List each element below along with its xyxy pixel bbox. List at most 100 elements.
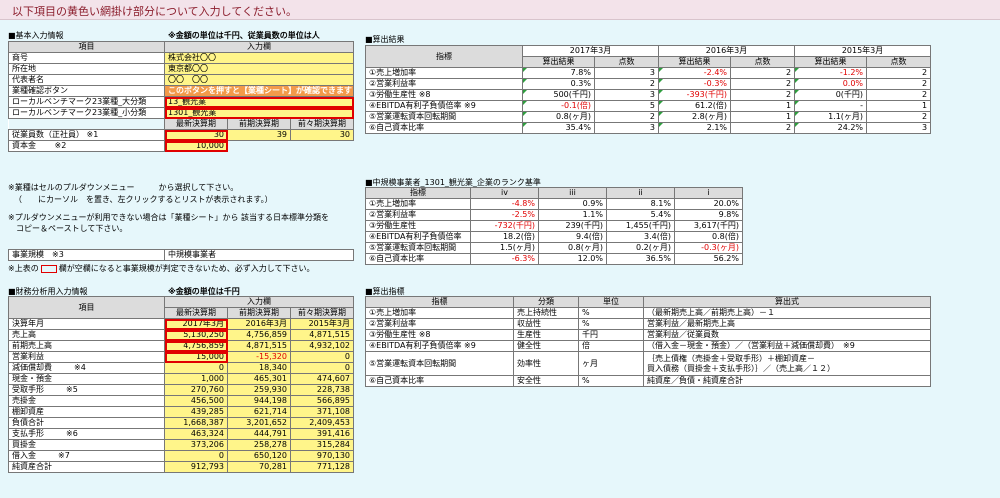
finance-value-field[interactable]: 70,281 — [227, 461, 291, 473]
rank-threshold-cell: 0.8(倍) — [674, 231, 743, 243]
results-year-2: 2016年3月 — [658, 45, 796, 57]
results-value-cell: -0.3% — [658, 78, 732, 90]
finance-value-field[interactable]: 4,756,859 — [227, 329, 291, 341]
indicator-category: 生産性 — [513, 329, 579, 341]
finance-value-field[interactable]: 228,738 — [289, 384, 355, 396]
bench-minor-select[interactable]: 1301_観光業 — [163, 107, 355, 119]
rank-threshold-cell: -0.3(ヶ月) — [674, 242, 743, 254]
indicator-formula: （最新期売上高／前期売上高）－１ — [643, 307, 931, 319]
finance-value-field[interactable]: 456,500 — [164, 395, 228, 407]
finance-value-field[interactable]: 463,324 — [164, 428, 228, 440]
finance-value-field[interactable]: 373,206 — [164, 439, 228, 451]
finance-row-label: 売上高 — [8, 329, 165, 341]
rank-threshold-cell: 9.8% — [674, 209, 743, 221]
rank-threshold-cell: 1.1% — [538, 209, 607, 221]
results-points-cell: 3 — [593, 89, 660, 101]
finance-value-field[interactable]: 258,278 — [227, 439, 291, 451]
finance-value-field[interactable]: 1,668,387 — [164, 417, 228, 429]
basic-input-table: 項目 入力欄 商号 株式会社〇〇 所在地 東京都〇〇 代表者名 〇〇 〇〇 業種… — [8, 41, 355, 152]
finance-value-field[interactable]: 2,409,453 — [289, 417, 355, 429]
finance-value-field[interactable]: 0 — [164, 450, 228, 462]
table-row: ③労働生産性 ※8 生産性 千円 営業利益／従業員数 — [365, 329, 931, 341]
results-points-cell: 3 — [866, 122, 932, 134]
finance-row-label: 受取手形 ※5 — [8, 384, 165, 396]
address-field[interactable]: 東京都〇〇 — [163, 63, 355, 75]
finance-value-field[interactable]: -15,320 — [227, 351, 291, 363]
capital-field[interactable]: 10,000 — [164, 140, 228, 152]
finance-value-field[interactable]: 621,714 — [227, 406, 291, 418]
finance-value-field[interactable]: 5,130,250 — [164, 329, 228, 341]
finance-value-field[interactable]: 912,793 — [164, 461, 228, 473]
results-points-cell: 1 — [730, 100, 796, 112]
finance-value-field[interactable]: 474,607 — [289, 373, 355, 385]
rank-threshold-cell: -4.8% — [470, 198, 539, 210]
period-latest: 最新決算期 — [164, 118, 228, 130]
finance-value-field[interactable]: 439,285 — [164, 406, 228, 418]
finance-value-field[interactable]: 970,130 — [289, 450, 355, 462]
results-value-cell: 24.2% — [794, 122, 868, 134]
bench-major-select[interactable]: 13_観光業 — [163, 96, 355, 108]
table-row: 減価償却費 ※4 0 18,340 0 — [8, 362, 355, 374]
results-section-title: ■算出結果 — [365, 35, 405, 44]
industry-confirm-button[interactable]: このボタンを押すと【業種シート】が確認できます — [163, 85, 355, 97]
finance-value-field[interactable]: 259,930 — [227, 384, 291, 396]
basic-section-title: ■基本入力情報 — [8, 31, 64, 40]
rank-indicator-name: ⑤営業運転資本回転期間 — [365, 242, 471, 254]
finance-value-field[interactable]: 2015年3月 — [289, 318, 355, 330]
employees-latest-field[interactable]: 30 — [164, 129, 228, 141]
table-row: ①売上増加率 -4.8% 0.9% 8.1% 20.0% — [365, 198, 743, 210]
indicator-unit: 倍 — [578, 340, 644, 352]
finance-value-field[interactable]: 4,871,515 — [227, 340, 291, 352]
finance-value-field[interactable]: 270,760 — [164, 384, 228, 396]
finance-value-field[interactable]: 650,120 — [227, 450, 291, 462]
finance-value-field[interactable]: 944,198 — [227, 395, 291, 407]
employees-previous-field[interactable]: 39 — [227, 129, 291, 141]
rank-col-iv: iv — [470, 187, 539, 199]
finance-value-field[interactable]: 315,284 — [289, 439, 355, 451]
address-label: 所在地 — [8, 63, 165, 75]
results-value-cell: 1.1(ヶ月) — [794, 111, 868, 123]
rank-indicator-name: ①売上増加率 — [365, 198, 471, 210]
finance-value-field[interactable]: 3,201,652 — [227, 417, 291, 429]
representative-field[interactable]: 〇〇 〇〇 — [163, 74, 355, 86]
table-row: ⑥自己資本比率 35.4% 3 2.1% 2 24.2% 3 — [365, 122, 932, 134]
finance-row-label: 減価償却費 ※4 — [8, 362, 165, 374]
rank-indicator-name: ④EBITDA有利子負債倍率 — [365, 231, 471, 243]
finance-row-label: 借入金 ※7 — [8, 450, 165, 462]
finance-value-field[interactable]: 465,301 — [227, 373, 291, 385]
results-points-cell: 2 — [730, 89, 796, 101]
table-row: 業種確認ボタン このボタンを押すと【業種シート】が確認できます — [8, 85, 355, 97]
finance-value-field[interactable]: 18,340 — [227, 362, 291, 374]
finance-value-field[interactable]: 1,000 — [164, 373, 228, 385]
finance-value-field[interactable]: 4,871,515 — [289, 329, 355, 341]
finance-value-field[interactable]: 0 — [164, 362, 228, 374]
finance-value-field[interactable]: 566,895 — [289, 395, 355, 407]
finance-row-label: 支払手形 ※6 — [8, 428, 165, 440]
table-row: 従業員数（正社員） ※1 30 39 30 — [8, 129, 355, 141]
finance-value-field[interactable]: 0 — [289, 351, 355, 363]
finance-value-field[interactable]: 15,000 — [164, 351, 228, 363]
rank-indicator-name: ③労働生産性 — [365, 220, 471, 232]
finance-period-before-previous: 前々期決算期 — [289, 307, 355, 319]
results-points-cell: 1 — [866, 100, 932, 112]
table-row: 売上高 5,130,250 4,756,859 4,871,515 — [8, 329, 355, 341]
bench-major-label: ローカルベンチマーク23業種_大分類 — [8, 96, 165, 108]
finance-value-field[interactable]: 371,108 — [289, 406, 355, 418]
rank-threshold-cell: 36.5% — [606, 253, 675, 265]
finance-value-field[interactable]: 2017年3月 — [164, 318, 228, 330]
finance-row-label: 営業利益 — [8, 351, 165, 363]
indicators-table: 指標 分類 単位 算出式 ①売上増加率 売上持続性% （最新期売上高／前期売上高）－… — [365, 296, 931, 387]
finance-value-field[interactable]: 4,932,102 — [289, 340, 355, 352]
company-field[interactable]: 株式会社〇〇 — [163, 52, 355, 64]
finance-value-field[interactable]: 391,416 — [289, 428, 355, 440]
finance-value-field[interactable]: 2016年3月 — [227, 318, 291, 330]
finance-value-field[interactable]: 4,756,859 — [164, 340, 228, 352]
finance-value-field[interactable]: 444,791 — [227, 428, 291, 440]
period-previous: 前期決算期 — [227, 118, 291, 130]
table-row: ③労働生産性 -732(千円) 239(千円) 1,455(千円) 3,617(千円) — [365, 220, 743, 232]
rank-threshold-cell: 3,617(千円) — [674, 220, 743, 232]
employees-before-previous-field[interactable]: 30 — [289, 129, 355, 141]
rank-threshold-cell: 12.0% — [538, 253, 607, 265]
finance-value-field[interactable]: 771,128 — [289, 461, 355, 473]
finance-value-field[interactable]: 0 — [289, 362, 355, 374]
